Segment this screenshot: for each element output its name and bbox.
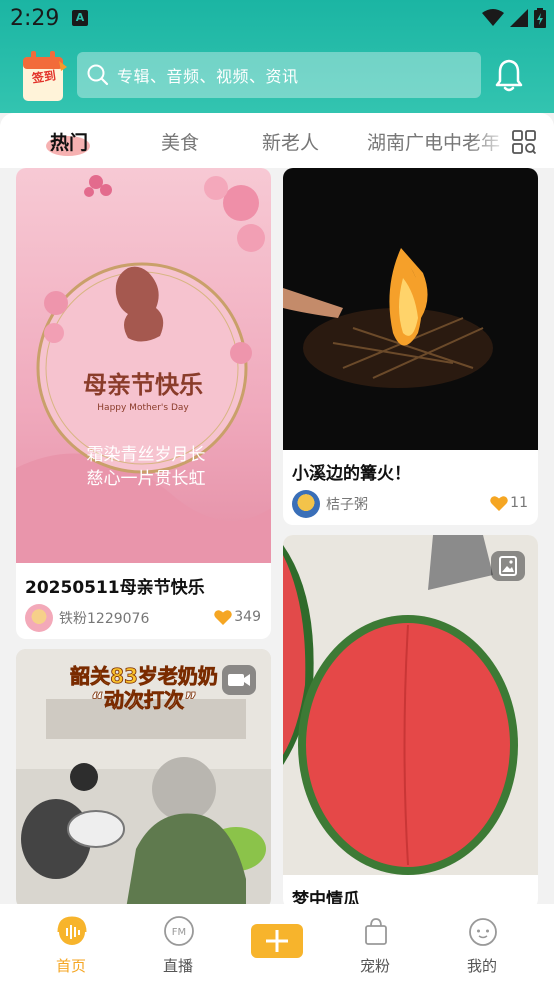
status-time: 2:29 — [10, 6, 60, 31]
avatar — [25, 604, 53, 632]
tab-hot[interactable]: 热门 — [50, 128, 88, 155]
feed-card-mothers-day[interactable]: 母亲节快乐 Happy Mother's Day 霜染青丝岁月长 慈心一片贯长虹… — [16, 168, 271, 639]
wifi-icon — [482, 9, 504, 26]
bell-icon — [495, 59, 523, 92]
signal-icon — [510, 9, 528, 27]
shopping-bag-icon — [365, 918, 387, 945]
nav-fans[interactable]: 宠粉 — [335, 904, 415, 984]
notification-badge-icon: A — [72, 10, 88, 26]
video-subline: “动次打次” — [91, 688, 197, 712]
search-placeholder: 专辑、音频、视频、资讯 — [117, 67, 299, 86]
nav-fans-label: 宠粉 — [359, 957, 390, 975]
search-input[interactable]: 专辑、音频、视频、资讯 — [77, 52, 481, 98]
watermelon-image — [283, 535, 538, 875]
plus-icon — [266, 930, 288, 952]
author-name: 铁粉1229076 — [59, 611, 150, 627]
all-categories-button[interactable] — [512, 130, 537, 155]
svg-text:FM: FM — [172, 927, 186, 938]
avatar — [292, 490, 320, 518]
tab-fade — [470, 113, 510, 168]
image-poem-2: 慈心一片贯长虹 — [87, 469, 206, 489]
image-sub-text: Happy Mother's Day — [97, 403, 189, 413]
heart-icon — [214, 610, 233, 625]
category-grid-icon — [512, 130, 537, 155]
image-main-text: 母亲节快乐 — [83, 371, 203, 399]
card-author[interactable]: 铁粉1229076 — [25, 604, 149, 632]
signin-calendar-button[interactable]: 签到 — [19, 47, 67, 103]
battery-icon — [534, 8, 546, 28]
fm-radio-icon: FM — [164, 916, 194, 946]
video-badge — [222, 665, 256, 695]
feed-card-watermelon[interactable]: 梦中情瓜 — [283, 535, 538, 909]
campfire-image — [283, 168, 538, 450]
profile-face-icon — [469, 918, 497, 946]
mothers-day-image: 母亲节快乐 Happy Mother's Day 霜染青丝岁月长 慈心一片贯长虹 — [16, 168, 271, 563]
heart-icon — [490, 496, 508, 511]
likes-value: 11 — [510, 495, 528, 511]
nav-home[interactable]: 首页 — [31, 904, 111, 984]
photo-badge — [491, 551, 525, 581]
home-music-icon — [57, 916, 87, 945]
feed-card-campfire[interactable]: 小溪边的篝火！ 桔子粥 11 — [283, 168, 538, 525]
image-poem-1: 霜染青丝岁月长 — [87, 445, 206, 465]
author-name: 桔子粥 — [326, 497, 368, 513]
like-count[interactable]: 11 — [490, 495, 528, 511]
nav-mine-label: 我的 — [466, 957, 497, 975]
card-title: 小溪边的篝火！ — [292, 464, 411, 484]
nav-home-label: 首页 — [55, 957, 86, 975]
video-headline: 韶关83岁老奶奶 — [70, 664, 218, 688]
image-icon — [499, 556, 517, 576]
tab-new-elderly[interactable]: 新老人 — [262, 128, 319, 155]
like-count[interactable]: 349 — [214, 609, 261, 625]
create-post-button[interactable] — [251, 924, 303, 958]
feed-card-drum-video[interactable]: 韶关83岁老奶奶 “动次打次” — [16, 649, 271, 909]
nav-live-label: 直播 — [162, 957, 193, 975]
notifications-button[interactable] — [489, 55, 529, 95]
tab-food[interactable]: 美食 — [161, 128, 199, 155]
nav-mine[interactable]: 我的 — [442, 904, 522, 984]
nav-live[interactable]: FM 直播 — [138, 904, 218, 984]
likes-value: 349 — [234, 609, 261, 625]
status-bar: 2:29 A — [0, 0, 554, 40]
card-title: 20250511母亲节快乐 — [25, 578, 205, 598]
bottom-nav: 首页 FM 直播 宠粉 我的 — [0, 904, 554, 984]
card-author[interactable]: 桔子粥 — [292, 490, 368, 518]
video-camera-icon — [228, 674, 250, 686]
search-icon — [87, 64, 109, 86]
system-icons — [482, 8, 546, 28]
